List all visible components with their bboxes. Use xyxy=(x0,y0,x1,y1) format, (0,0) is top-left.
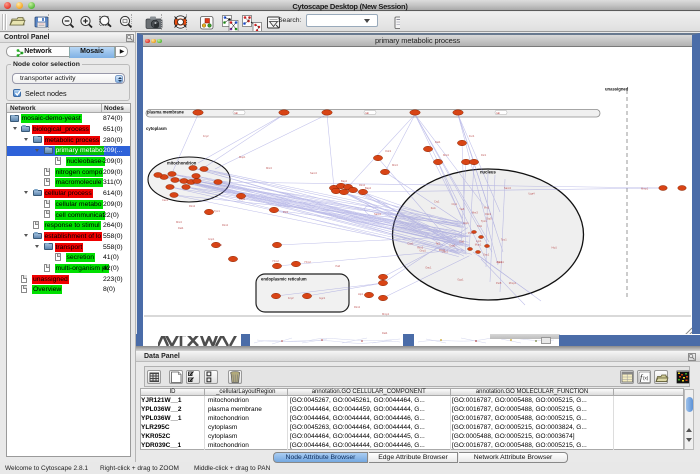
svg-text:Lyp1: Lyp1 xyxy=(476,239,482,243)
svg-text:Ggc1: Ggc1 xyxy=(457,277,464,281)
svg-text:nucleus: nucleus xyxy=(480,170,496,175)
svg-text:Tat1: Tat1 xyxy=(477,224,482,228)
svg-text:Pet8: Pet8 xyxy=(496,281,502,285)
svg-text:Yhm2: Yhm2 xyxy=(272,259,279,263)
svg-text:Mmp1: Mmp1 xyxy=(382,312,390,316)
svg-text:Fur4: Fur4 xyxy=(469,134,475,138)
svg-text:lab: lab xyxy=(366,111,370,115)
svg-text:Rim2: Rim2 xyxy=(439,248,446,252)
svg-text:Bap2: Bap2 xyxy=(341,179,348,183)
svg-text:Dic1: Dic1 xyxy=(481,153,487,157)
svg-text:(x): (x) xyxy=(643,375,649,380)
svg-text:Dip5: Dip5 xyxy=(486,217,492,221)
svg-text:Yhm2: Yhm2 xyxy=(304,260,311,264)
svg-text:Sam3: Sam3 xyxy=(374,212,381,216)
svg-text:Yia6: Yia6 xyxy=(459,207,465,211)
svg-text:Crc1: Crc1 xyxy=(434,199,440,203)
svg-text:Rim2: Rim2 xyxy=(222,223,229,227)
svg-text:Pic2: Pic2 xyxy=(283,210,289,214)
svg-text:Dal4: Dal4 xyxy=(178,226,184,230)
svg-text:Sam3: Sam3 xyxy=(310,171,317,175)
svg-text:Agc1: Agc1 xyxy=(496,260,502,264)
svg-text:Oac1: Oac1 xyxy=(425,266,432,270)
svg-text:lab: lab xyxy=(497,111,501,115)
svg-text:Can1: Can1 xyxy=(407,242,414,246)
svg-text:endoplasmic reticulum: endoplasmic reticulum xyxy=(261,277,307,282)
svg-text:plasma membrane: plasma membrane xyxy=(147,110,184,115)
svg-text:Hip1: Hip1 xyxy=(463,221,469,225)
svg-text:Can1: Can1 xyxy=(162,198,169,202)
svg-text:unassigned: unassigned xyxy=(605,87,629,92)
svg-text:Fui1: Fui1 xyxy=(431,206,437,210)
svg-text:Uga4: Uga4 xyxy=(528,192,535,196)
svg-text:Hip1: Hip1 xyxy=(552,245,558,249)
svg-text:Mrs3: Mrs3 xyxy=(266,166,272,170)
svg-text:Mrs3: Mrs3 xyxy=(392,163,398,167)
svg-text:Sam3: Sam3 xyxy=(504,186,511,190)
svg-text:Gnp1: Gnp1 xyxy=(208,237,215,241)
svg-text:lab: lab xyxy=(235,111,239,115)
svg-text:Mup1: Mup1 xyxy=(239,155,246,159)
svg-text:Fcy2: Fcy2 xyxy=(203,134,209,138)
svg-text:Mrs3: Mrs3 xyxy=(176,220,182,224)
svg-text:Mrs3: Mrs3 xyxy=(443,153,449,157)
svg-text:Ggc1: Ggc1 xyxy=(319,296,326,300)
svg-text:Ctp1: Ctp1 xyxy=(452,202,458,206)
svg-text:Tat1: Tat1 xyxy=(436,241,441,245)
svg-text:Odc1: Odc1 xyxy=(385,149,392,153)
svg-text:Rim2: Rim2 xyxy=(354,305,361,309)
svg-text:Can1: Can1 xyxy=(449,244,456,248)
svg-text:Dal4: Dal4 xyxy=(382,331,388,334)
svg-text:mitochondrion: mitochondrion xyxy=(167,161,197,166)
svg-text:Tat2: Tat2 xyxy=(217,243,222,247)
svg-text:Dal4: Dal4 xyxy=(435,140,441,144)
svg-text:Yia6: Yia6 xyxy=(459,240,465,244)
svg-text:Put4: Put4 xyxy=(468,231,474,235)
svg-text:Vht1: Vht1 xyxy=(484,206,490,210)
svg-text:Odc1: Odc1 xyxy=(485,212,492,216)
svg-text:Gnp1: Gnp1 xyxy=(420,249,427,253)
svg-text:Rim2: Rim2 xyxy=(189,204,196,208)
svg-text:Tpc1: Tpc1 xyxy=(214,209,220,213)
svg-text:Bap2: Bap2 xyxy=(365,186,372,190)
svg-text:Mmp1: Mmp1 xyxy=(509,281,517,285)
svg-text:Hip1: Hip1 xyxy=(358,292,364,296)
svg-text:Mmp1: Mmp1 xyxy=(641,187,649,191)
svg-text:cytoplasm: cytoplasm xyxy=(146,126,167,131)
svg-text:Yia6: Yia6 xyxy=(335,264,341,268)
svg-text:Oac1: Oac1 xyxy=(483,252,490,256)
svg-text:Mup1: Mup1 xyxy=(475,242,482,246)
svg-text:Mrs3: Mrs3 xyxy=(472,210,478,214)
svg-text:Fcy2: Fcy2 xyxy=(288,296,294,300)
svg-text:Bap2: Bap2 xyxy=(239,197,246,201)
svg-text:Tpc1: Tpc1 xyxy=(501,237,507,241)
